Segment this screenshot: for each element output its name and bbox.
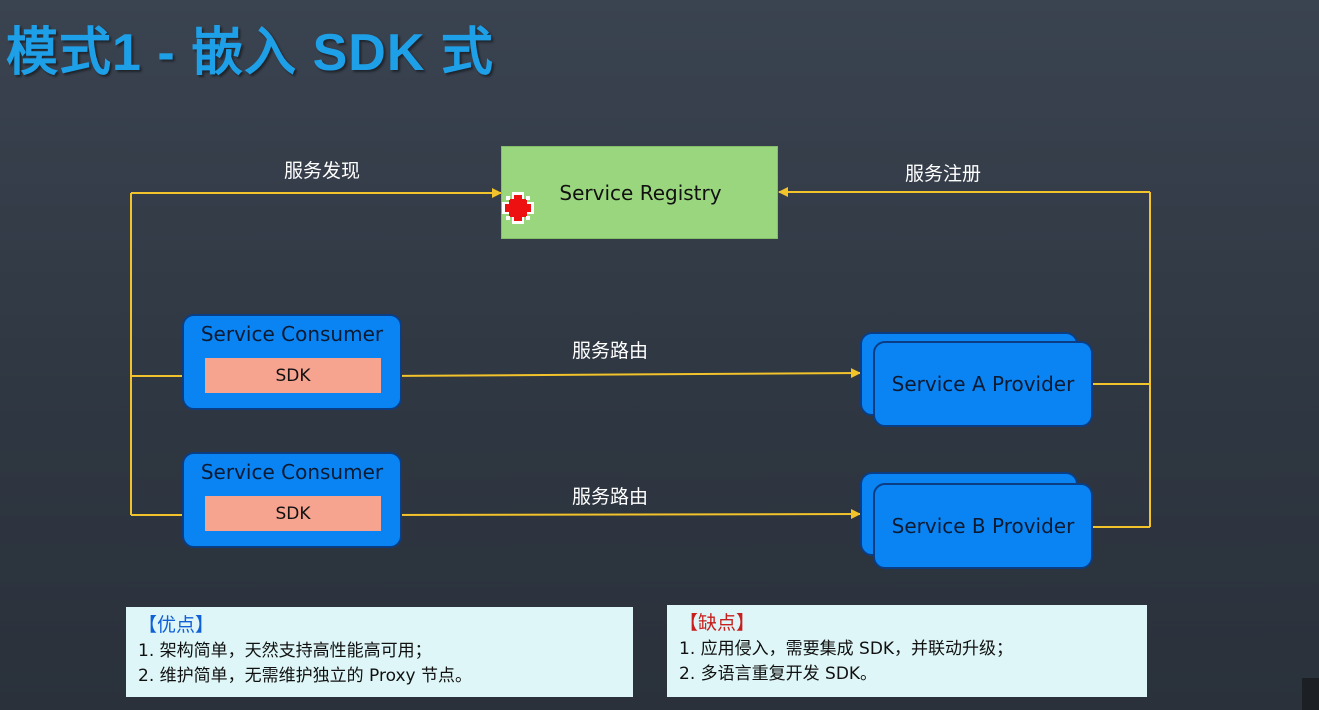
service-registry-node: Service Registry xyxy=(501,146,778,239)
corner-overlay xyxy=(1302,678,1319,710)
pros-panel: 【优点】 1. 架构简单，天然支持高性能高可用； 2. 维护简单，无需维护独立的… xyxy=(126,607,633,697)
cons-heading: 【缺点】 xyxy=(679,612,756,634)
right-bus xyxy=(1093,192,1151,528)
pros-item: 1. 架构简单，天然支持高性能高可用； xyxy=(138,641,432,661)
cursor-crosshair-icon xyxy=(502,192,534,224)
consumer-name: Service Consumer xyxy=(200,460,384,484)
sdk-block: SDK xyxy=(205,358,381,393)
discovery-label: 服务发现 xyxy=(284,160,361,182)
provider-b-label: Service B Provider xyxy=(891,514,1075,538)
service-b-provider-node: Service B Provider xyxy=(873,483,1093,569)
service-a-provider-node: Service A Provider xyxy=(873,341,1093,427)
consumer-name: Service Consumer xyxy=(200,322,384,346)
service-registry-label: Service Registry xyxy=(559,180,722,205)
service-consumer-node-2: Service Consumer SDK xyxy=(182,452,402,548)
pros-item: 2. 维护简单，无需维护独立的 Proxy 节点。 xyxy=(138,666,472,686)
pros-heading: 【优点】 xyxy=(138,614,215,636)
service-consumer-node-1: Service Consumer SDK xyxy=(182,314,402,410)
routing-label-b: 服务路由 xyxy=(572,486,649,508)
cons-item: 1. 应用侵入，需要集成 SDK，并联动升级； xyxy=(679,639,1014,659)
routing-connector-a xyxy=(378,368,861,379)
cons-item: 2. 多语言重复开发 SDK。 xyxy=(679,664,878,684)
cons-panel: 【缺点】 1. 应用侵入，需要集成 SDK，并联动升级； 2. 多语言重复开发 … xyxy=(667,605,1147,697)
sdk-label: SDK xyxy=(275,365,311,386)
register-label: 服务注册 xyxy=(905,163,982,185)
sdk-block: SDK xyxy=(205,496,381,531)
provider-a-label: Service A Provider xyxy=(891,372,1075,396)
sdk-label: SDK xyxy=(275,503,311,524)
routing-connector-b xyxy=(378,509,861,520)
routing-label-a: 服务路由 xyxy=(572,340,649,362)
